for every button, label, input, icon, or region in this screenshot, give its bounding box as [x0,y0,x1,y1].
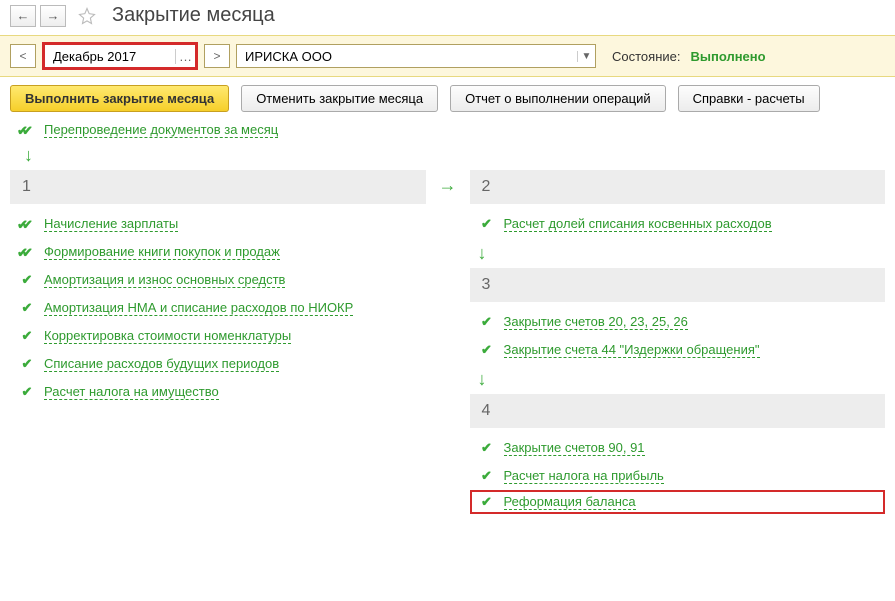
op-link-close-90-91[interactable]: Закрытие счетов 90, 91 [504,440,645,456]
check-icon: ✔ [20,328,34,344]
double-check-icon [20,123,34,138]
op-link-depreciation-nma[interactable]: Амортизация НМА и списание расходов по Н… [44,300,353,316]
check-icon: ✔ [480,216,494,232]
check-icon: ✔ [20,356,34,372]
execute-closing-button[interactable]: Выполнить закрытие месяца [10,85,229,112]
check-icon: ✔ [480,468,494,484]
op-row: ✔ Расчет налога на прибыль [470,462,886,490]
titlebar: ← → Закрытие месяца [0,0,895,35]
check-icon: ✔ [20,272,34,288]
stage-3-header: 3 [470,268,886,302]
arrow-right-icon: → [439,169,457,195]
pre-step-row: Перепроведение документов за месяц [0,120,895,142]
organization-field[interactable]: ▼ [236,44,596,68]
period-prev-button[interactable]: < [10,44,36,68]
right-column: 2 ✔ Расчет долей списания косвенных расх… [470,170,886,514]
op-row: Начисление зарплаты [10,210,426,238]
op-link-balance-reformation[interactable]: Реформация баланса [504,494,636,510]
page-title: Закрытие месяца [112,4,275,27]
status-value: Выполнено [690,49,765,64]
references-button[interactable]: Справки - расчеты [678,85,820,112]
op-row: ✔ Корректировка стоимости номенклатуры [10,322,426,350]
op-row-highlighted: ✔ Реформация баланса [470,490,886,514]
op-row: ✔ Списание расходов будущих периодов [10,350,426,378]
action-button-row: Выполнить закрытие месяца Отменить закры… [0,77,895,120]
op-row: ✔ Закрытие счета 44 "Издержки обращения" [470,336,886,364]
op-row: ✔ Амортизация НМА и списание расходов по… [10,294,426,322]
op-link-indirect-costs[interactable]: Расчет долей списания косвенных расходов [504,216,772,232]
op-link-profit-tax[interactable]: Расчет налога на прибыль [504,468,664,484]
op-link-depreciation-fixed[interactable]: Амортизация и износ основных средств [44,272,285,288]
cancel-closing-button[interactable]: Отменить закрытие месяца [241,85,438,112]
op-row: ✔ Расчет налога на имущество [10,378,426,406]
op-row: ✔ Амортизация и износ основных средств [10,266,426,294]
op-row: ✔ Закрытие счетов 20, 23, 25, 26 [470,308,886,336]
check-icon: ✔ [20,300,34,316]
stages-container: 1 Начисление зарплаты Формирование книги… [0,170,895,514]
organization-input[interactable] [237,45,577,67]
filter-toolbar: < … > ▼ Состояние: Выполнено [0,35,895,77]
check-icon: ✔ [480,314,494,330]
stage-1-column: 1 Начисление зарплаты Формирование книги… [10,170,426,406]
arrow-down-icon: ↓ [474,369,487,389]
execution-report-button[interactable]: Отчет о выполнении операций [450,85,666,112]
nav-forward-button[interactable]: → [40,5,66,27]
organization-dropdown-button[interactable]: ▼ [577,51,595,62]
status-label: Состояние: [612,49,680,64]
flow-arrow-down: ↓ [0,142,895,170]
period-field[interactable]: … [42,42,198,70]
op-link-property-tax[interactable]: Расчет налога на имущество [44,384,219,400]
stage-2-header: 2 [470,170,886,204]
period-select-button[interactable]: … [175,49,195,64]
flow-arrow-right: → [438,170,458,194]
arrow-down-icon: ↓ [20,145,33,165]
op-link-salary[interactable]: Начисление зарплаты [44,216,178,232]
check-icon: ✔ [20,384,34,400]
nav-back-button[interactable]: ← [10,5,36,27]
check-icon: ✔ [480,440,494,456]
op-link-close-20-23-25-26[interactable]: Закрытие счетов 20, 23, 25, 26 [504,314,688,330]
op-link-cost-adjustment[interactable]: Корректировка стоимости номенклатуры [44,328,291,344]
op-link-book[interactable]: Формирование книги покупок и продаж [44,244,280,260]
op-row: Формирование книги покупок и продаж [10,238,426,266]
period-input[interactable] [45,45,175,67]
op-row: ✔ Расчет долей списания косвенных расход… [470,210,886,238]
double-check-icon [20,245,34,260]
check-icon: ✔ [480,342,494,358]
check-icon: ✔ [480,494,494,510]
period-next-button[interactable]: > [204,44,230,68]
favorite-star-icon[interactable] [76,5,98,27]
op-link-close-44[interactable]: Закрытие счета 44 "Издержки обращения" [504,342,760,358]
double-check-icon [20,217,34,232]
stage-1-header: 1 [10,170,426,204]
arrow-down-icon: ↓ [474,243,487,263]
op-link-deferred-expenses[interactable]: Списание расходов будущих периодов [44,356,279,372]
op-row: ✔ Закрытие счетов 90, 91 [470,434,886,462]
stage-4-header: 4 [470,394,886,428]
repost-documents-link[interactable]: Перепроведение документов за месяц [44,122,278,138]
